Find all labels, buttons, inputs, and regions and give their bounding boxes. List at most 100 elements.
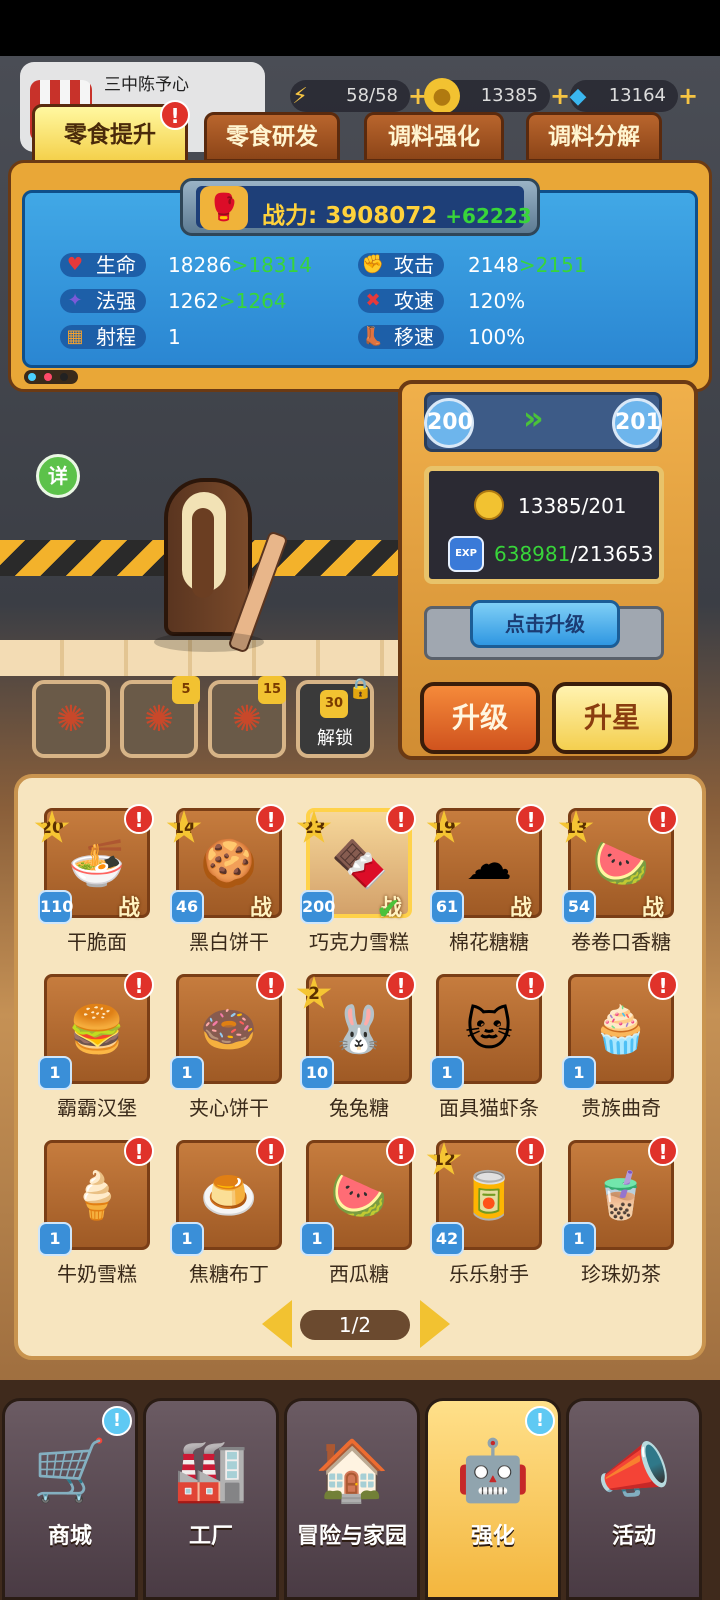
attack-speed-icon: ✖ [365, 290, 381, 311]
alert-badge: ! [386, 1136, 416, 1166]
snack-name: 夹心饼干 [189, 1096, 269, 1120]
indicator-lights [24, 370, 78, 384]
snack-name: 牛奶雪糕 [57, 1262, 137, 1286]
claw-icon: ✺ [55, 698, 87, 740]
stat-atk: ✊ 攻击 [358, 250, 444, 280]
level-badge: 200 [300, 890, 335, 924]
stat-hp: ♥ 生命 [60, 250, 146, 280]
prev-page-button[interactable] [262, 1300, 292, 1348]
level-badge: 10 [300, 1056, 334, 1090]
exp-have: 638981 [494, 542, 571, 566]
combat-power-label: 战力: [262, 203, 318, 229]
energy-icon: ⚡ [292, 83, 308, 109]
diamond-plus-button[interactable]: + [678, 82, 698, 110]
tab-seasoning-enhance[interactable]: 调料强化 [364, 112, 504, 162]
snack-name: 卷卷口香糖 [571, 930, 671, 954]
exp-need: /213653 [570, 542, 654, 566]
grid-icon: ▦ [66, 326, 84, 347]
alert-badge: ! [256, 1136, 286, 1166]
level-badge: 110 [38, 890, 73, 924]
stat-atk-value: 2148 [468, 253, 519, 277]
combat-power: 战力: 3908072 +62223 [262, 196, 532, 230]
battle-tag: 战 [510, 896, 533, 921]
detail-button[interactable]: 详 [36, 454, 80, 498]
coin-cost: 13385/201 [518, 494, 627, 518]
snack-name: 兔兔糖 [329, 1096, 389, 1120]
snack-name: 棉花糖糖 [449, 930, 529, 954]
nav-label: 冒险与家园 [296, 1524, 407, 1549]
stat-mspd-value: 100% [468, 325, 526, 349]
snack-name: 面具猫虾条 [439, 1096, 539, 1120]
skill-level-badge: 30 [320, 690, 348, 718]
exp-icon-label: EXP [455, 548, 477, 559]
stat-arrow: > [218, 289, 236, 313]
snack-name: 珍珠奶茶 [581, 1262, 661, 1286]
alert-badge: ! [256, 970, 286, 1000]
attack-icon: ✊ [361, 254, 385, 275]
stat-mspd: 👢 移速 [358, 322, 444, 352]
next-page-button[interactable] [420, 1300, 450, 1348]
tab-alert-badge: ! [160, 100, 190, 130]
tab-label: 调料分解 [548, 124, 640, 150]
skill-slot-1[interactable]: ✺ [32, 680, 110, 758]
level-up-button[interactable]: 升级 [420, 682, 540, 754]
diamond-value: 13164 [608, 85, 666, 106]
stat-magic-values: 1262>1264 [168, 286, 287, 316]
alert-badge: ! [648, 804, 678, 834]
stat-magic-value: 1262 [168, 289, 219, 313]
current-level: 200 [424, 398, 474, 448]
battle-tag: 战 [642, 896, 665, 921]
energy-value: 58/58 [346, 85, 398, 106]
diamond-icon: ◆ [569, 83, 587, 109]
snack-name: 霸霸汉堡 [57, 1096, 137, 1120]
alert-badge: ! [516, 804, 546, 834]
alert-badge: ! [648, 1136, 678, 1166]
stat-hp-next: 18314 [248, 253, 313, 277]
alert-badge: ! [648, 970, 678, 1000]
coin-icon [474, 490, 504, 520]
stat-hp-value: 18286 [168, 253, 232, 277]
coin-icon: ● [424, 78, 460, 114]
check-icon: ✔ [376, 892, 402, 927]
magic-icon: ✦ [67, 290, 83, 311]
player-name: 三中陈予心 [104, 75, 189, 95]
nav-label: 强化 [470, 1524, 515, 1549]
skill-level-badge: 5 [172, 676, 200, 704]
stat-atk-values: 2148>2151 [468, 250, 587, 280]
alert-badge: ! [516, 1136, 546, 1166]
stat-range-value: 1 [168, 325, 181, 349]
character-shadow [154, 632, 264, 652]
tab-label: 调料强化 [388, 124, 480, 150]
heart-icon: ♥ [66, 254, 84, 275]
snack-name: 西瓜糖 [329, 1262, 389, 1286]
alert-badge: ! [124, 804, 154, 834]
level-badge: 54 [562, 890, 596, 924]
combat-power-delta: +62223 [445, 204, 532, 228]
alert-badge: ! [256, 804, 286, 834]
nav-label: 工厂 [188, 1524, 233, 1549]
stat-aspd-value: 120% [468, 289, 526, 313]
page-indicator: 1/2 [300, 1310, 410, 1340]
lock-icon: 🔒 [348, 676, 373, 700]
next-level: 201 [612, 398, 662, 448]
tab-snack-research[interactable]: 零食研发 [204, 112, 340, 162]
boot-icon: 👢 [361, 326, 385, 347]
snack-name: 焦糖布丁 [189, 1262, 269, 1286]
factory-icon: 🏭 [173, 1435, 249, 1506]
megaphone-icon: 📣 [596, 1435, 672, 1506]
exp-icon: EXP [448, 536, 484, 572]
tab-seasoning-decompose[interactable]: 调料分解 [526, 112, 662, 162]
stat-atk-next: 2151 [535, 253, 587, 277]
click-upgrade-button[interactable]: 点击升级 [470, 600, 620, 648]
snack-name: 干脆面 [67, 930, 127, 954]
star-up-button[interactable]: 升星 [552, 682, 672, 754]
battle-tag: 战 [118, 896, 141, 921]
battle-tag: 战 [250, 896, 273, 921]
stat-magic-next: 1264 [235, 289, 287, 313]
stat-arrow: > [231, 253, 249, 277]
snack-name: 乐乐射手 [449, 1262, 529, 1286]
snack-name: 黑白饼干 [189, 930, 269, 954]
level-badge: 1 [38, 1056, 72, 1090]
boxing-glove-icon: 🥊 [200, 186, 248, 230]
alert-badge: ! [124, 970, 154, 1000]
